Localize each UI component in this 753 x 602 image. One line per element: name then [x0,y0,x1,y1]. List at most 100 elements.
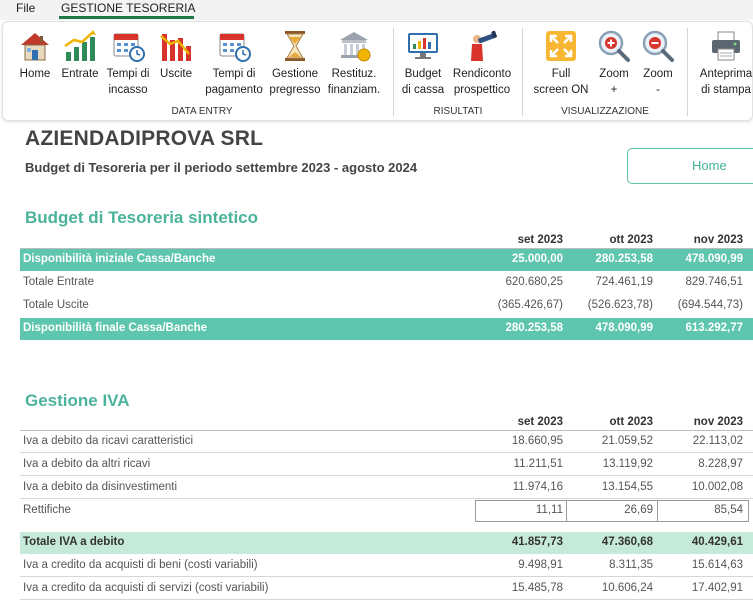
cell-value: 8.311,35 [609,559,653,571]
group-label-risultati: RISULTATI [433,106,483,117]
row-label: Iva a credito da acquisti di beni (costi… [23,559,258,571]
table-row: Disponibilità iniziale Cassa/Banche 25.0… [20,249,753,271]
tempi-incasso-button[interactable]: Tempi di incasso [103,28,153,98]
table-row: Disponibilità finale Cassa/Banche 280.25… [20,318,753,340]
row-label: Rettifiche [23,504,71,516]
cell-value: 15.614,63 [691,559,743,571]
home-nav-button[interactable]: Home [627,148,753,184]
anteprima-stampa-button[interactable]: Anteprima di stampa [695,28,753,98]
cell-value: 280.253,58 [595,253,653,265]
cell-value: 21.059,52 [601,435,653,447]
decline-chart-icon [160,34,191,61]
gestione-pregresso-label-1: Gestione [271,68,319,80]
cell-value: 478.090,99 [595,322,653,334]
full-screen-label-2: screen ON [533,84,589,96]
group-separator [522,28,523,116]
calendar-clock-icon [219,33,251,62]
cell-value: 11,11 [535,504,563,516]
page-subtitle: Budget di Tesoreria per il periodo sette… [25,160,418,175]
table-row: Iva a debito da altri ricavi 11.211,51 1… [20,454,753,476]
anteprima-stampa-label-1: Anteprima [699,68,753,80]
cell-value: 22.113,02 [692,435,743,447]
cell-value: 620.680,25 [505,276,563,288]
column-header: set 2023 [517,416,563,428]
row-label: Totale Entrate [23,276,94,288]
cell-value: 13.154,55 [601,481,653,493]
row-label: Totale IVA a debito [23,536,125,548]
gestione-pregresso-label-2: pregresso [269,84,321,96]
house-icon [21,33,49,61]
zoom-in-button[interactable]: Zoom + [593,28,635,98]
table-row: Totale Uscite (365.426,67) (526.623,78) … [20,295,753,317]
home-button[interactable]: Home [14,28,56,82]
uscite-button[interactable]: Uscite [155,28,197,82]
growth-chart-icon [64,30,96,61]
section-title-sintetico: Budget di Tesoreria sintetico [25,208,259,227]
cell-value: 280.253,58 [505,322,563,334]
group-separator [687,28,688,116]
restituz-finanziam-button[interactable]: Restituz. finanziam. [325,28,383,98]
anteprima-stampa-label-2: di stampa [701,84,751,96]
group-label-data-entry: DATA ENTRY [171,106,233,117]
table-row: Totale IVA a debito 41.857,73 47.360,68 … [20,532,753,554]
entrate-button[interactable]: Entrate [58,28,102,82]
cell-value: 25.000,00 [511,253,563,265]
tempi-pagamento-button[interactable]: Tempi di pagamento [203,28,265,98]
row-label: Iva a debito da altri ricavi [23,458,151,470]
cell-value: (365.426,67) [497,299,563,311]
table-row: Rettifiche 11,11 26,69 85,54 [20,500,753,522]
ribbon: Home Entrate Tempi di incasso Uscite Tem… [2,21,753,121]
tempi-pagamento-label-2: pagamento [205,84,263,96]
row-label: Totale Uscite [23,299,89,311]
rendiconto-prospettico-label-2: prospettico [453,84,511,96]
row-label: Iva a debito da disinvestimenti [23,481,178,493]
cell-value: 613.292,77 [685,322,743,334]
calendar-clock-icon [113,33,145,62]
cell-value: 10.606,24 [601,582,653,594]
tempi-incasso-label-2: incasso [108,84,148,96]
cell-value: 13.119,92 [602,458,653,470]
cell-value: 8.228,97 [698,458,743,470]
full-screen-button[interactable]: Full screen ON [531,28,591,98]
rendiconto-prospettico-label-1: Rendiconto [452,68,512,80]
column-header: nov 2023 [693,234,743,246]
rendiconto-prospettico-button[interactable]: Rendiconto prospettico [448,28,516,98]
column-header: set 2023 [517,234,563,246]
cell-value: 829.746,51 [685,276,743,288]
entrate-button-label: Entrate [61,68,99,80]
budget-cassa-label-1: Budget [404,68,442,80]
row-label: Disponibilità iniziale Cassa/Banche [23,253,216,265]
bank-icon [340,32,371,62]
restituz-finanziam-label-2: finanziam. [327,84,381,96]
zoom-in-icon [598,30,630,62]
column-header: ott 2023 [609,234,653,246]
menu-bar: File GESTIONE TESORERIA [0,0,753,20]
tempi-pagamento-label-1: Tempi di [212,68,256,80]
full-screen-label-1: Full [551,68,571,80]
cell-value: (694.544,73) [677,299,743,311]
hourglass-icon [285,31,305,61]
gestione-pregresso-button[interactable]: Gestione pregresso [267,28,323,98]
zoom-out-button[interactable]: Zoom - [637,28,679,98]
cell-value: 15.485,78 [511,582,563,594]
group-label-visualizzazione: VISUALIZZAZIONE [561,106,649,117]
zoom-out-icon [642,30,674,62]
table-row: Totale Entrate 620.680,25 724.461,19 829… [20,272,753,294]
group-separator [393,28,394,116]
fullscreen-icon [546,31,576,61]
cell-value: 47.360,68 [601,536,653,548]
cell-value: 18.660,95 [511,435,563,447]
row-label: Iva a credito da acquisti di servizi (co… [23,582,269,594]
monitor-chart-icon [408,33,438,59]
cell-value: 478.090,99 [685,253,743,265]
tab-gestione-tesoreria[interactable]: GESTIONE TESORERIA [61,1,195,15]
cell-value: 85,54 [714,504,743,516]
budget-cassa-button[interactable]: Budget di cassa [399,28,447,98]
column-header: nov 2023 [693,416,743,428]
table-row: Iva a credito da acquisti di beni (costi… [20,555,753,577]
menu-file[interactable]: File [16,1,35,15]
telescope-person-icon [471,30,497,61]
cell-value: (526.623,78) [587,299,653,311]
restituz-finanziam-label-1: Restituz. [331,68,377,80]
zoom-in-label-2: + [610,84,618,96]
